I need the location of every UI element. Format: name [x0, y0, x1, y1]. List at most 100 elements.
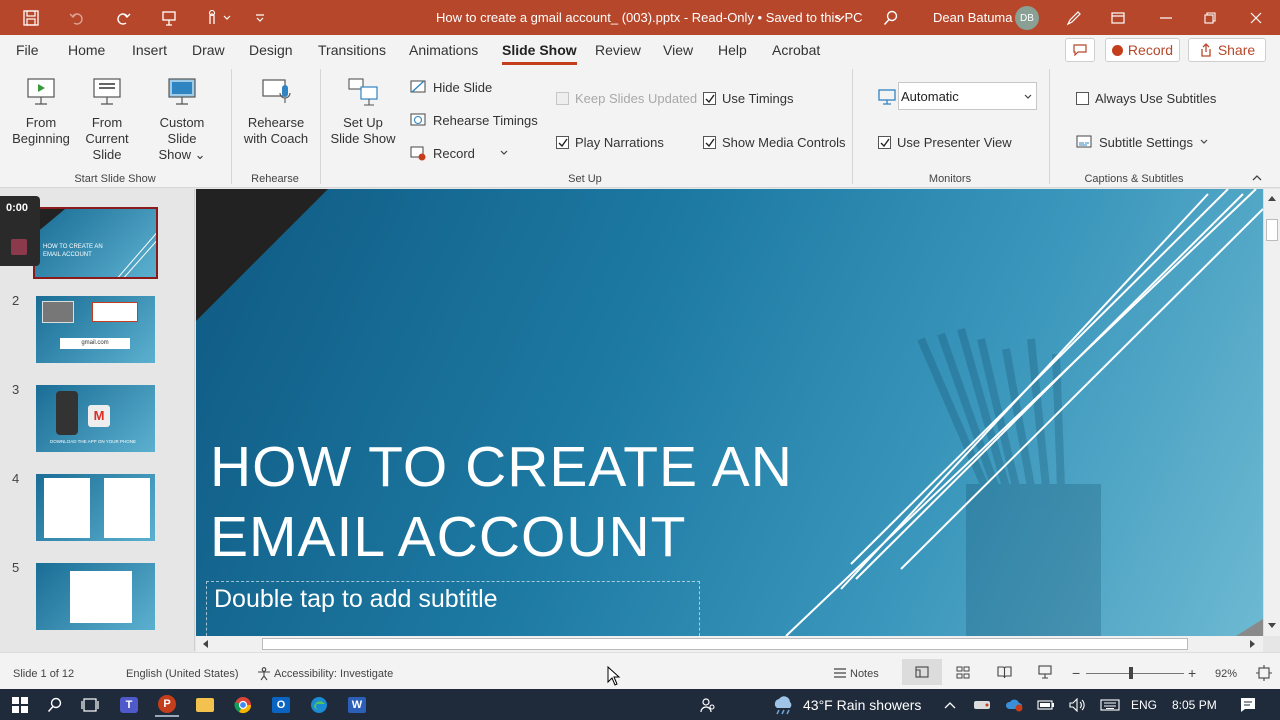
outlook-icon[interactable]: O — [269, 693, 293, 717]
search-icon[interactable] — [880, 0, 902, 35]
tab-acrobat[interactable]: Acrobat — [772, 42, 820, 58]
tab-review[interactable]: Review — [595, 42, 641, 58]
language-status[interactable]: English (United States) — [126, 668, 239, 680]
document-title[interactable]: How to create a gmail account_ (003).ppt… — [436, 10, 863, 25]
slide-thumb-2[interactable]: gmail.com — [36, 296, 155, 363]
save-icon[interactable] — [18, 0, 44, 35]
accessibility-status[interactable]: Accessibility: Investigate — [274, 668, 393, 680]
file-explorer-icon[interactable] — [193, 693, 217, 717]
redo-icon[interactable] — [110, 0, 136, 35]
collapse-ribbon-icon[interactable] — [1252, 175, 1262, 181]
rehearse-with-coach-button[interactable]: Rehearse with Coach — [240, 77, 312, 147]
tab-file[interactable]: File — [16, 42, 39, 58]
customize-toolbar-icon[interactable] — [250, 0, 270, 35]
tab-home[interactable]: Home — [68, 42, 105, 58]
custom-slide-show-button[interactable]: Custom Slide Show ⌄ — [144, 77, 220, 163]
hide-slide-button[interactable]: Hide Slide — [410, 79, 492, 95]
zoom-out-icon[interactable]: − — [1072, 665, 1080, 681]
monitor-icon — [878, 89, 896, 105]
tab-help[interactable]: Help — [718, 42, 747, 58]
edge-icon[interactable] — [307, 693, 331, 717]
restore-icon[interactable] — [1198, 0, 1222, 35]
record-button[interactable]: Record — [1105, 38, 1180, 62]
present-icon[interactable] — [156, 0, 182, 35]
tab-draw[interactable]: Draw — [192, 42, 225, 58]
zoom-in-icon[interactable]: + — [1188, 665, 1196, 681]
tab-transitions[interactable]: Transitions — [318, 42, 386, 58]
slide-thumb-5[interactable] — [36, 563, 155, 630]
slide-thumb-3[interactable]: M DOWNLOAD THE APP ON YOUR PHONE — [36, 385, 155, 452]
zoom-slider[interactable] — [1086, 673, 1184, 674]
slide-show-view-icon[interactable] — [1038, 665, 1052, 679]
title-chevron-down-icon[interactable] — [832, 0, 848, 35]
use-presenter-view-checkbox[interactable]: Use Presenter View — [878, 135, 1012, 150]
from-current-slide-button[interactable]: From Current Slide — [72, 77, 142, 163]
input-language[interactable]: ENG — [1131, 698, 1157, 712]
from-beginning-button[interactable]: From Beginning — [10, 77, 72, 147]
keep-slides-updated-checkbox[interactable]: Keep Slides Updated — [556, 91, 697, 106]
notes-button[interactable]: Notes — [850, 668, 879, 680]
slide-title[interactable]: HOW TO CREATE AN EMAIL ACCOUNT — [210, 432, 793, 572]
network-drive-icon[interactable] — [970, 693, 994, 717]
task-view-icon[interactable] — [78, 693, 102, 717]
undo-icon[interactable] — [64, 0, 90, 35]
chevron-down-icon — [1024, 94, 1032, 99]
tab-insert[interactable]: Insert — [132, 42, 167, 58]
tab-view[interactable]: View — [663, 42, 693, 58]
volume-icon[interactable] — [1066, 693, 1090, 717]
record-dropdown-button[interactable]: Record — [410, 145, 508, 161]
taskbar-search-icon[interactable] — [43, 693, 67, 717]
weather-text[interactable]: 43°F Rain showers — [803, 697, 921, 713]
taskbar-clock[interactable]: 8:05 PM — [1172, 698, 1217, 712]
word-icon[interactable]: W — [345, 693, 369, 717]
show-media-controls-checkbox[interactable]: Show Media Controls — [703, 135, 846, 150]
stop-recording-icon[interactable] — [11, 239, 27, 255]
rehearse-timings-button[interactable]: Rehearse Timings — [410, 112, 538, 128]
share-button[interactable]: Share — [1188, 38, 1266, 62]
use-timings-checkbox[interactable]: Use Timings — [703, 91, 794, 106]
set-up-slide-show-button[interactable]: Set Up Slide Show — [330, 77, 396, 147]
comments-button[interactable] — [1065, 38, 1095, 62]
show-hidden-icons-chevron-icon[interactable] — [938, 693, 962, 717]
monitor-select[interactable]: Automatic — [898, 82, 1037, 110]
ribbon-display-options-icon[interactable] — [1106, 0, 1130, 35]
subtitle-placeholder[interactable]: Double tap to add subtitle — [214, 585, 498, 614]
always-use-subtitles-checkbox[interactable]: Always Use Subtitles — [1076, 91, 1216, 106]
slide-sorter-icon[interactable] — [956, 666, 970, 679]
zoom-slider-thumb[interactable] — [1129, 667, 1133, 679]
windows-start-icon[interactable] — [8, 693, 32, 717]
slide-canvas[interactable]: HOW TO CREATE AN EMAIL ACCOUNT Double ta… — [196, 189, 1263, 636]
tab-slide-show[interactable]: Slide Show — [502, 42, 577, 65]
pen-icon[interactable] — [1062, 0, 1086, 35]
slide-thumb-4[interactable] — [36, 474, 155, 541]
weather-cloud-rain-icon[interactable] — [771, 693, 795, 717]
normal-view-button[interactable] — [902, 659, 942, 685]
vertical-scroll-thumb[interactable] — [1266, 219, 1278, 241]
minimize-icon[interactable] — [1154, 0, 1178, 35]
vertical-scrollbar[interactable] — [1263, 189, 1280, 636]
group-label-captions: Captions & Subtitles — [1084, 173, 1184, 185]
onedrive-icon[interactable] — [1002, 693, 1026, 717]
play-narrations-checkbox[interactable]: Play Narrations — [556, 135, 664, 150]
avatar[interactable]: DB — [1015, 6, 1039, 30]
chrome-icon[interactable] — [231, 693, 255, 717]
checkmark-icon — [878, 136, 891, 149]
close-icon[interactable] — [1244, 0, 1268, 35]
touch-mode-icon[interactable] — [198, 0, 238, 35]
notifications-icon[interactable] — [1236, 693, 1260, 717]
slide-thumb-1[interactable]: HOW TO CREATE AN EMAIL ACCOUNT — [33, 207, 158, 279]
reading-view-icon[interactable] — [997, 666, 1012, 679]
subtitle-settings-button[interactable]: Subtitle Settings — [1076, 134, 1208, 150]
people-icon[interactable] — [696, 693, 720, 717]
horizontal-scrollbar[interactable] — [196, 636, 1263, 652]
fit-to-window-icon[interactable] — [1256, 665, 1272, 681]
teams-icon[interactable]: T — [117, 693, 141, 717]
tab-design[interactable]: Design — [249, 42, 293, 58]
horizontal-scroll-thumb[interactable] — [262, 638, 1188, 650]
battery-icon[interactable] — [1034, 693, 1058, 717]
keyboard-icon[interactable] — [1098, 693, 1122, 717]
tab-animations[interactable]: Animations — [409, 42, 478, 58]
zoom-level[interactable]: 92% — [1215, 668, 1237, 680]
powerpoint-icon[interactable]: P — [155, 693, 179, 717]
ribbon-divider — [1049, 69, 1050, 184]
